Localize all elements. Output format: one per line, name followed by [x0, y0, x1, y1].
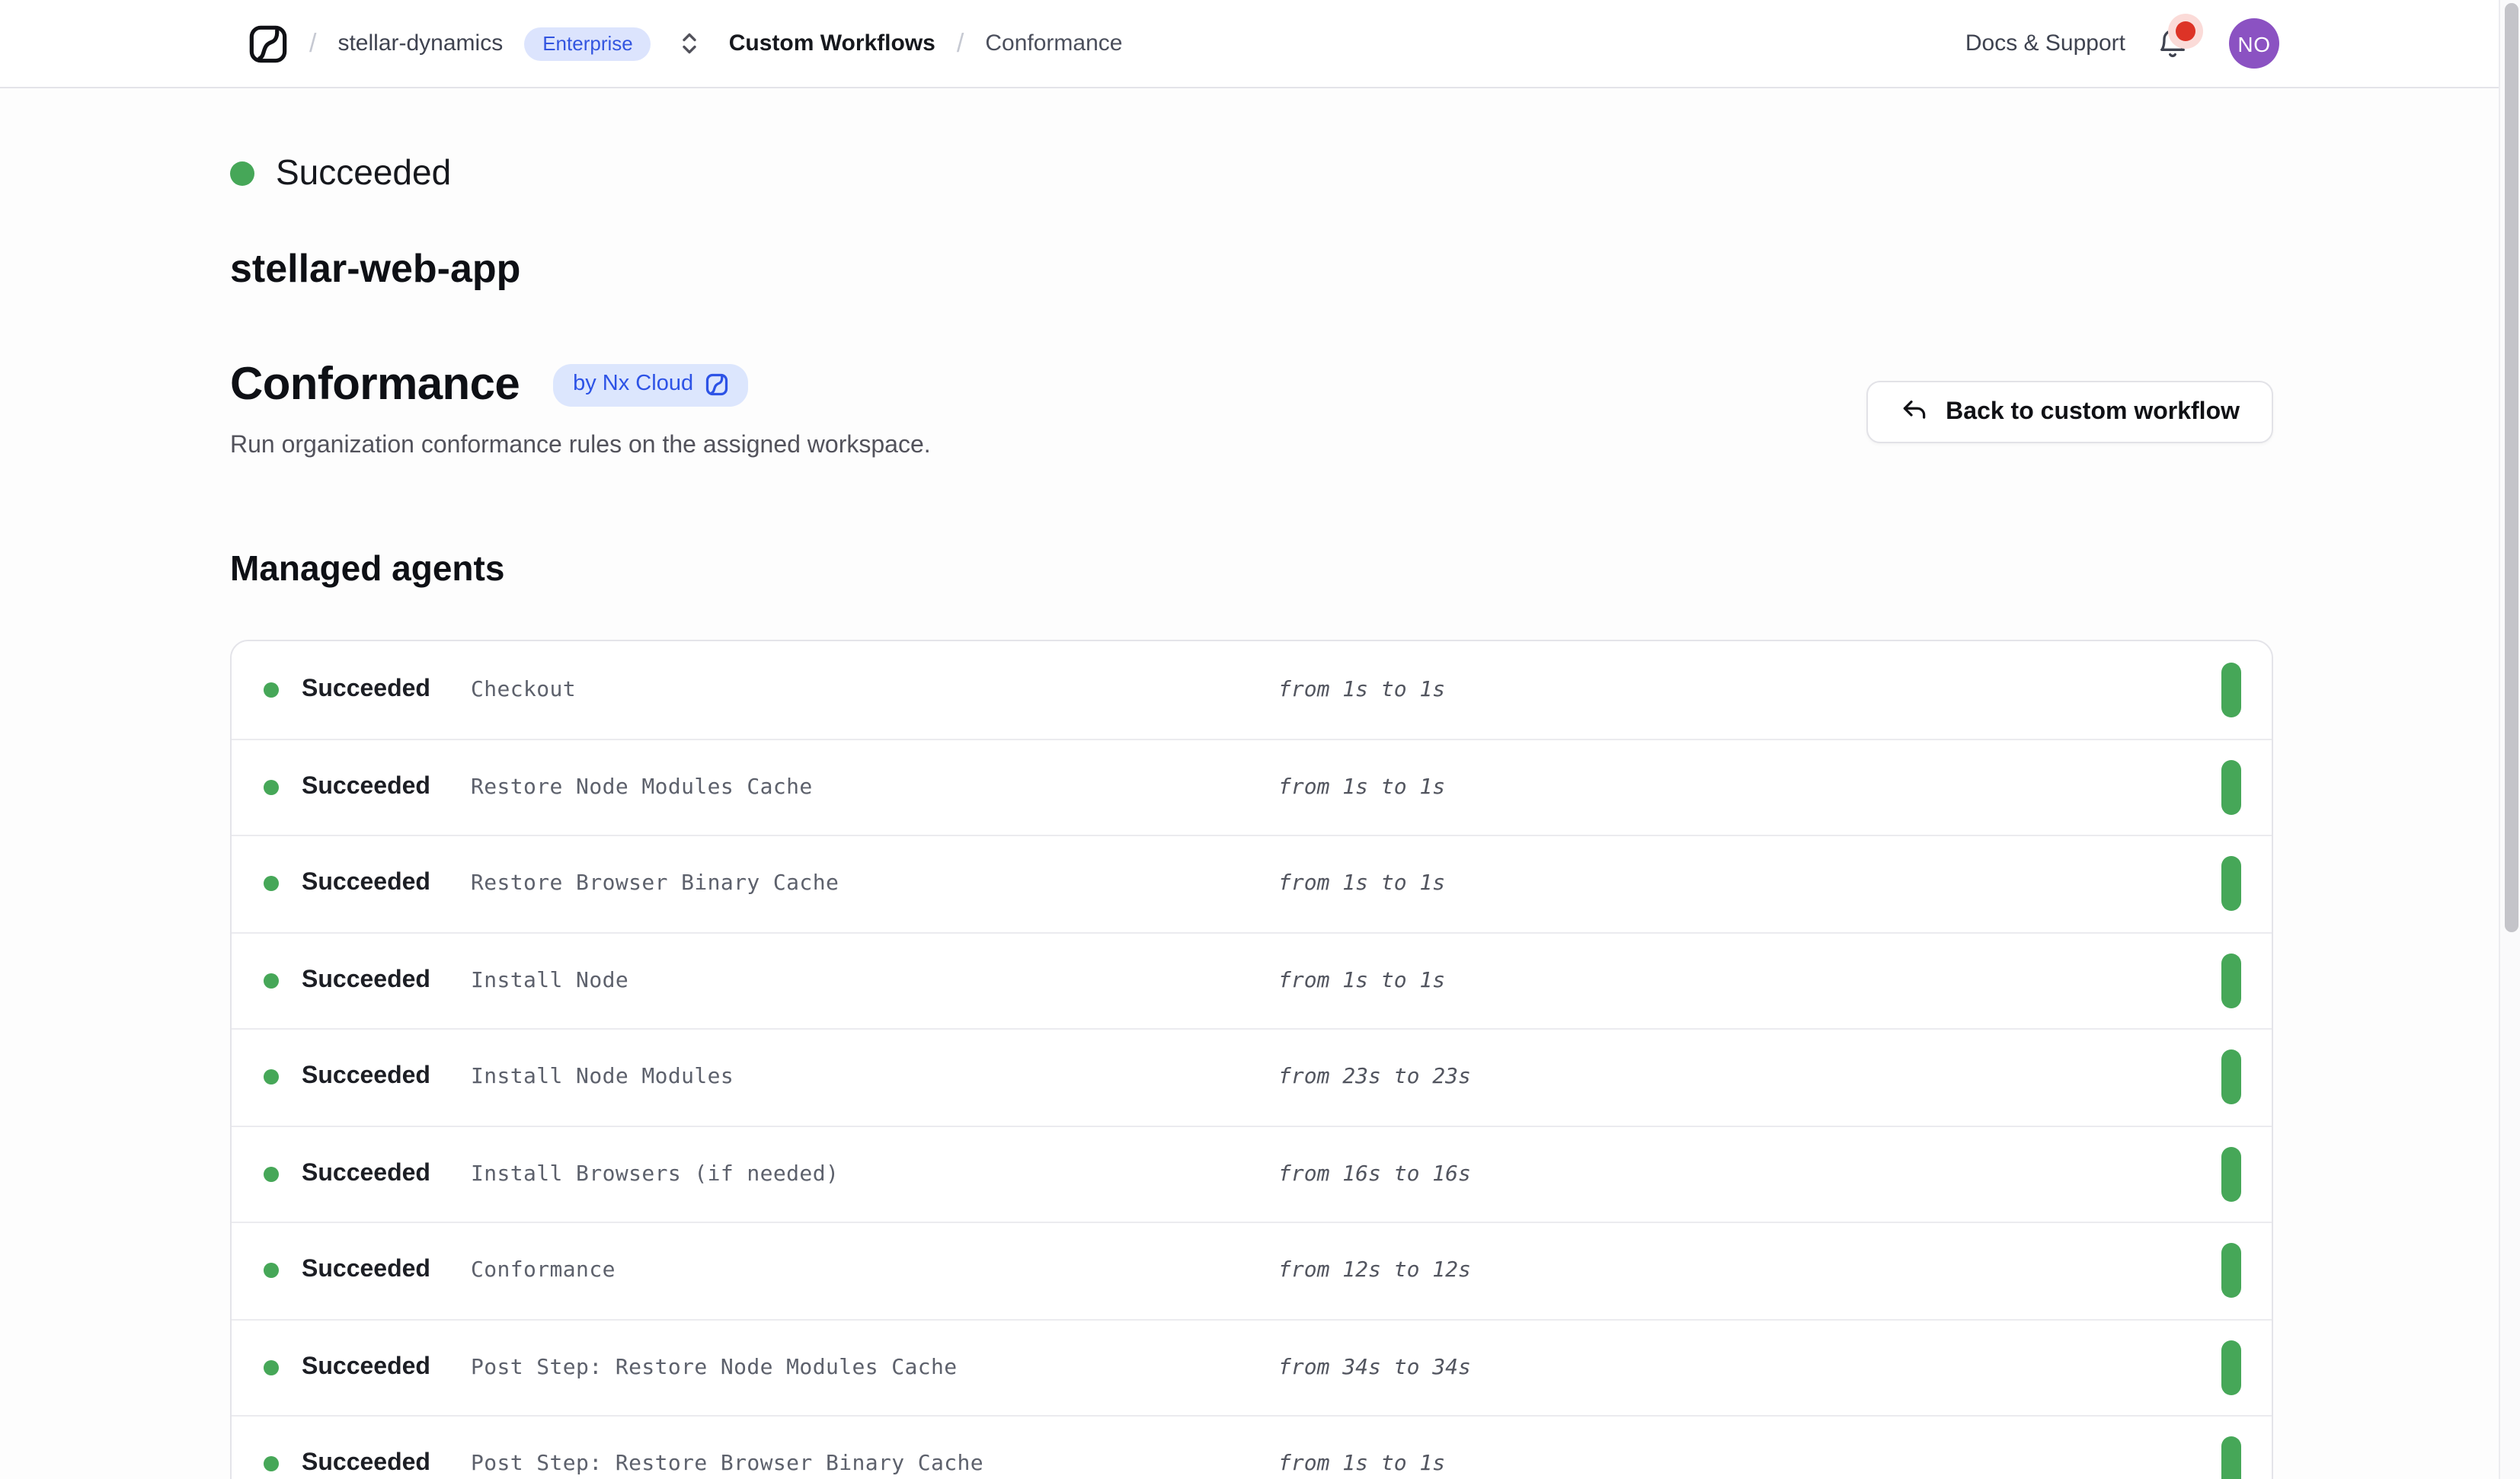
breadcrumb-section[interactable]: Custom Workflows [729, 30, 935, 56]
run-status-label: Succeeded [276, 152, 451, 193]
agent-step-row[interactable]: Succeeded Post Step: Restore Browser Bin… [232, 1415, 2272, 1479]
undo-arrow-icon [1900, 398, 1929, 426]
status-dot-icon [264, 1070, 279, 1085]
workflow-title: Conformance [230, 359, 520, 411]
step-duration-bar [2221, 1340, 2241, 1395]
step-task-name: Post Step: Restore Node Modules Cache [471, 1356, 958, 1380]
agent-step-row[interactable]: Succeeded Post Step: Restore Node Module… [232, 1318, 2272, 1415]
step-task-name: Install Node Modules [471, 1065, 734, 1090]
nx-logo-icon[interactable] [248, 24, 288, 63]
step-duration-bar [2221, 1437, 2241, 1479]
step-task-name: Install Node [471, 969, 628, 993]
agent-step-row[interactable]: Succeeded Checkout from 1s to 1s [232, 641, 2272, 738]
by-nx-cloud-label: by Nx Cloud [573, 374, 693, 396]
workflow-description: Run organization conformance rules on th… [230, 433, 931, 460]
step-timing: from 12s to 12s [1278, 1259, 1471, 1283]
step-status: Succeeded [302, 1161, 430, 1188]
step-status: Succeeded [302, 1451, 430, 1478]
breadcrumb-org[interactable]: stellar-dynamics [337, 30, 503, 56]
breadcrumb-separator: / [309, 28, 316, 59]
agent-step-row[interactable]: Succeeded Install Node Modules from 23s … [232, 1028, 2272, 1125]
breadcrumb-separator: / [957, 28, 964, 59]
step-timing: from 16s to 16s [1278, 1162, 1471, 1187]
step-task-name: Conformance [471, 1259, 616, 1283]
agent-step-row[interactable]: Succeeded Restore Node Modules Cache fro… [232, 738, 2272, 835]
status-dot-icon [264, 1360, 279, 1375]
step-task-name: Checkout [471, 678, 576, 702]
step-status: Succeeded [302, 870, 430, 898]
notifications-button[interactable] [2156, 25, 2189, 62]
step-timing: from 34s to 34s [1278, 1356, 1471, 1380]
status-dot-icon [264, 780, 279, 795]
status-dot-icon [264, 1457, 279, 1472]
step-timing: from 1s to 1s [1278, 678, 1445, 702]
main-content: Succeeded stellar-web-app Conformance by… [0, 152, 2520, 1479]
step-duration-bar [2221, 1147, 2241, 1202]
step-duration-bar [2221, 1244, 2241, 1299]
step-status: Succeeded [302, 967, 430, 995]
step-task-name: Restore Browser Binary Cache [471, 872, 839, 896]
user-avatar[interactable]: NO [2229, 18, 2279, 69]
back-to-custom-workflow-button[interactable]: Back to custom workflow [1866, 381, 2273, 443]
workflow-header: Conformance by Nx Cloud Run organization… [230, 359, 2273, 460]
agent-step-row[interactable]: Succeeded Install Browsers (if needed) f… [232, 1125, 2272, 1222]
status-dot-icon [264, 1263, 279, 1279]
step-task-name: Post Step: Restore Browser Binary Cache [471, 1452, 983, 1477]
step-timing: from 1s to 1s [1278, 775, 1445, 800]
status-dot-icon [264, 877, 279, 892]
nav-actions: Docs & Support NO [1965, 18, 2279, 69]
agent-step-row[interactable]: Succeeded Restore Browser Binary Cache f… [232, 835, 2272, 931]
breadcrumb-page: Conformance [985, 30, 1122, 56]
step-duration-bar [2221, 954, 2241, 1008]
managed-agents-heading: Managed agents [230, 548, 2273, 589]
step-task-name: Install Browsers (if needed) [471, 1162, 839, 1187]
step-status: Succeeded [302, 676, 430, 704]
step-task-name: Restore Node Modules Cache [471, 775, 813, 800]
agent-step-row[interactable]: Succeeded Conformance from 12s to 12s [232, 1222, 2272, 1318]
scrollbar[interactable] [2499, 0, 2520, 1479]
step-status: Succeeded [302, 1257, 430, 1285]
docs-support-link[interactable]: Docs & Support [1965, 30, 2125, 56]
agent-step-row[interactable]: Succeeded Install Node from 1s to 1s [232, 931, 2272, 1028]
status-dot-icon [264, 973, 279, 989]
step-duration-bar [2221, 1050, 2241, 1105]
status-dot-icon [264, 1167, 279, 1182]
step-duration-bar [2221, 857, 2241, 912]
scrollbar-thumb[interactable] [2504, 3, 2518, 932]
status-dot-icon [264, 682, 279, 698]
back-button-label: Back to custom workflow [1946, 398, 2240, 426]
nx-logo-icon [705, 373, 728, 396]
breadcrumb: / stellar-dynamics Enterprise Custom Wor… [248, 24, 1122, 63]
step-timing: from 23s to 23s [1278, 1065, 1471, 1090]
step-timing: from 1s to 1s [1278, 969, 1445, 993]
top-nav: / stellar-dynamics Enterprise Custom Wor… [0, 0, 2520, 88]
org-plan-badge: Enterprise [524, 27, 651, 60]
step-status: Succeeded [302, 1064, 430, 1091]
step-duration-bar [2221, 663, 2241, 717]
by-nx-cloud-badge[interactable]: by Nx Cloud [553, 364, 748, 407]
chevron-up-down-icon[interactable] [679, 30, 702, 56]
step-status: Succeeded [302, 1354, 430, 1382]
step-duration-bar [2221, 760, 2241, 815]
managed-agents-card: Succeeded Checkout from 1s to 1s Succeed… [230, 640, 2273, 1479]
status-dot-icon [230, 161, 254, 185]
notification-dot [2176, 21, 2195, 40]
run-status: Succeeded [230, 152, 2273, 193]
workflow-title-block: Conformance by Nx Cloud Run organization… [230, 359, 931, 460]
step-timing: from 1s to 1s [1278, 872, 1445, 896]
step-status: Succeeded [302, 774, 430, 801]
step-timing: from 1s to 1s [1278, 1452, 1445, 1477]
workspace-name: stellar-web-app [230, 245, 2273, 292]
